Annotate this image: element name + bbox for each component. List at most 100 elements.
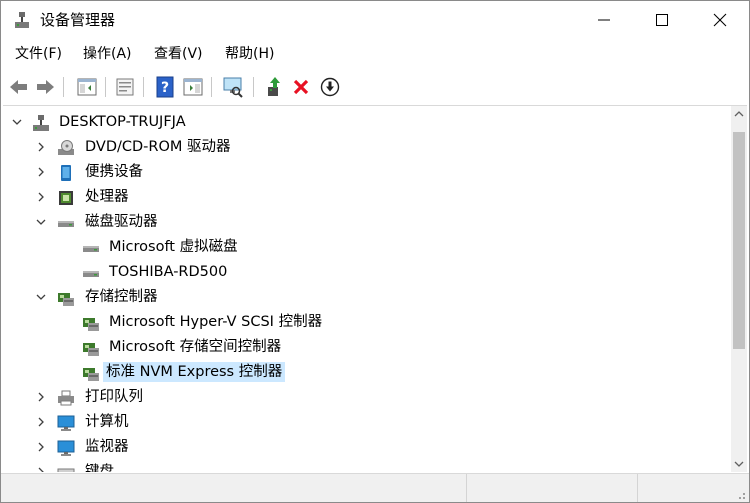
- storage-controller-icon: [58, 293, 74, 306]
- device-manager-window: 设备管理器 文件(F) 操作(A) 查看(V) 帮助(H) ? DESKTOP-…: [0, 0, 750, 503]
- tree-item-label: 键盘: [85, 464, 114, 472]
- disable-device-icon: [320, 77, 340, 97]
- tree-root[interactable]: DESKTOP-TRUJFJA: [3, 110, 729, 135]
- dvd-drive-icon: [58, 140, 74, 155]
- menu-file[interactable]: 文件(F): [15, 44, 62, 64]
- back-button[interactable]: [7, 75, 31, 99]
- tree-device-storage-spaces[interactable]: Microsoft 存储空间控制器: [3, 335, 729, 360]
- tree-item-label: Microsoft 虚拟磁盘: [109, 239, 238, 255]
- tree-item-label: 磁盘驱动器: [85, 214, 158, 230]
- status-bar-divider: [637, 474, 638, 502]
- device-tree-pane: DESKTOP-TRUJFJA DVD/CD-ROM 驱动器 便携设备 处理器 …: [3, 105, 747, 472]
- minimize-button[interactable]: [581, 1, 627, 39]
- device-tree: DESKTOP-TRUJFJA DVD/CD-ROM 驱动器 便携设备 处理器 …: [3, 106, 729, 472]
- storage-controller-icon: [83, 318, 99, 331]
- update-driver-button[interactable]: [262, 75, 286, 99]
- tree-item-label: 便携设备: [85, 164, 143, 180]
- properties-icon: [116, 78, 134, 96]
- scrollbar-thumb[interactable]: [733, 132, 745, 349]
- tree-category-print-queues[interactable]: 打印队列: [3, 385, 729, 410]
- chevron-right-icon[interactable]: [35, 166, 47, 178]
- disk-drive-icon: [58, 221, 74, 227]
- close-icon: [713, 13, 727, 27]
- tree-category-processors[interactable]: 处理器: [3, 185, 729, 210]
- tree-item-label-selected: 标准 NVM Express 控制器: [103, 362, 286, 382]
- tree-device-toshiba[interactable]: TOSHIBA-RD500: [3, 260, 729, 285]
- chevron-right-icon[interactable]: [35, 441, 47, 453]
- tree-item-label: 计算机: [85, 414, 129, 430]
- tree-device-virtual-disk[interactable]: Microsoft 虚拟磁盘: [3, 235, 729, 260]
- uninstall-device-button[interactable]: [289, 75, 313, 99]
- maximize-icon: [656, 14, 668, 26]
- status-bar: [1, 473, 749, 502]
- show-hide-console-tree-button[interactable]: [75, 75, 99, 99]
- maximize-button[interactable]: [639, 1, 685, 39]
- tree-category-storage-controllers[interactable]: 存储控制器: [3, 285, 729, 310]
- storage-controller-icon: [83, 343, 99, 356]
- close-button[interactable]: [697, 1, 743, 39]
- tree-category-computer[interactable]: 计算机: [3, 410, 729, 435]
- show-hide-console-tree-icon: [77, 78, 97, 96]
- tree-category-disk-drives[interactable]: 磁盘驱动器: [3, 210, 729, 235]
- scan-hardware-changes-icon: [223, 77, 243, 98]
- minimize-icon: [598, 19, 610, 21]
- monitor-icon: [57, 440, 75, 456]
- tree-item-label: 监视器: [85, 439, 129, 455]
- tree-root-label: DESKTOP-TRUJFJA: [59, 114, 186, 130]
- forward-arrow-icon: [37, 80, 54, 94]
- computer-icon: [57, 415, 75, 431]
- chevron-right-icon[interactable]: [35, 141, 47, 153]
- tree-device-nvme-controller[interactable]: 标准 NVM Express 控制器: [3, 360, 729, 385]
- help-icon: ?: [156, 76, 174, 98]
- forward-button[interactable]: [33, 75, 57, 99]
- toolbar-separator: [105, 77, 106, 97]
- printer-icon: [58, 390, 74, 406]
- menu-action[interactable]: 操作(A): [83, 44, 132, 64]
- keyboard-icon: [57, 468, 75, 472]
- chevron-right-icon[interactable]: [35, 391, 47, 403]
- help-button[interactable]: ?: [153, 75, 177, 99]
- disable-device-button[interactable]: [318, 75, 342, 99]
- tree-device-hyperv-scsi[interactable]: Microsoft Hyper-V SCSI 控制器: [3, 310, 729, 335]
- menu-help[interactable]: 帮助(H): [225, 44, 274, 64]
- chevron-right-icon[interactable]: [35, 191, 47, 203]
- action-pane-button[interactable]: [181, 75, 205, 99]
- toolbar-separator: [211, 77, 212, 97]
- scan-hardware-changes-button[interactable]: [221, 75, 245, 99]
- toolbar-separator: [253, 77, 254, 97]
- storage-controller-icon: [83, 368, 99, 381]
- scroll-up-arrow-icon[interactable]: [731, 106, 747, 123]
- toolbar: ?: [1, 71, 749, 103]
- processor-icon: [59, 191, 73, 205]
- toolbar-separator: [143, 77, 144, 97]
- disk-drive-icon: [83, 271, 99, 277]
- chevron-down-icon[interactable]: [35, 291, 47, 303]
- vertical-scrollbar[interactable]: [731, 106, 747, 472]
- chevron-right-icon[interactable]: [35, 466, 47, 472]
- properties-button[interactable]: [113, 75, 137, 99]
- status-bar-divider: [466, 474, 467, 502]
- window-title: 设备管理器: [40, 11, 116, 29]
- tree-category-keyboards[interactable]: 键盘: [3, 460, 729, 472]
- tree-category-dvd[interactable]: DVD/CD-ROM 驱动器: [3, 135, 729, 160]
- chevron-down-icon[interactable]: [11, 116, 23, 128]
- tree-item-label: 存储控制器: [85, 289, 158, 305]
- title-bar: 设备管理器: [1, 1, 749, 39]
- tree-item-label: TOSHIBA-RD500: [109, 264, 228, 280]
- resize-grip-icon[interactable]: [733, 487, 747, 501]
- tree-item-label: 打印队列: [85, 389, 143, 405]
- toolbar-separator: [63, 77, 64, 97]
- tree-item-label: 处理器: [85, 189, 129, 205]
- tree-category-portable-devices[interactable]: 便携设备: [3, 160, 729, 185]
- tree-item-label: DVD/CD-ROM 驱动器: [85, 139, 231, 155]
- disk-drive-icon: [83, 246, 99, 252]
- chevron-down-icon[interactable]: [35, 216, 47, 228]
- chevron-right-icon[interactable]: [35, 416, 47, 428]
- svg-text:?: ?: [161, 80, 169, 96]
- scroll-down-arrow-icon[interactable]: [731, 455, 747, 472]
- tree-category-monitors[interactable]: 监视器: [3, 435, 729, 460]
- back-arrow-icon: [10, 80, 27, 94]
- tree-item-label: Microsoft 存储空间控制器: [109, 339, 282, 355]
- menu-view[interactable]: 查看(V): [154, 44, 203, 64]
- action-pane-icon: [183, 78, 203, 96]
